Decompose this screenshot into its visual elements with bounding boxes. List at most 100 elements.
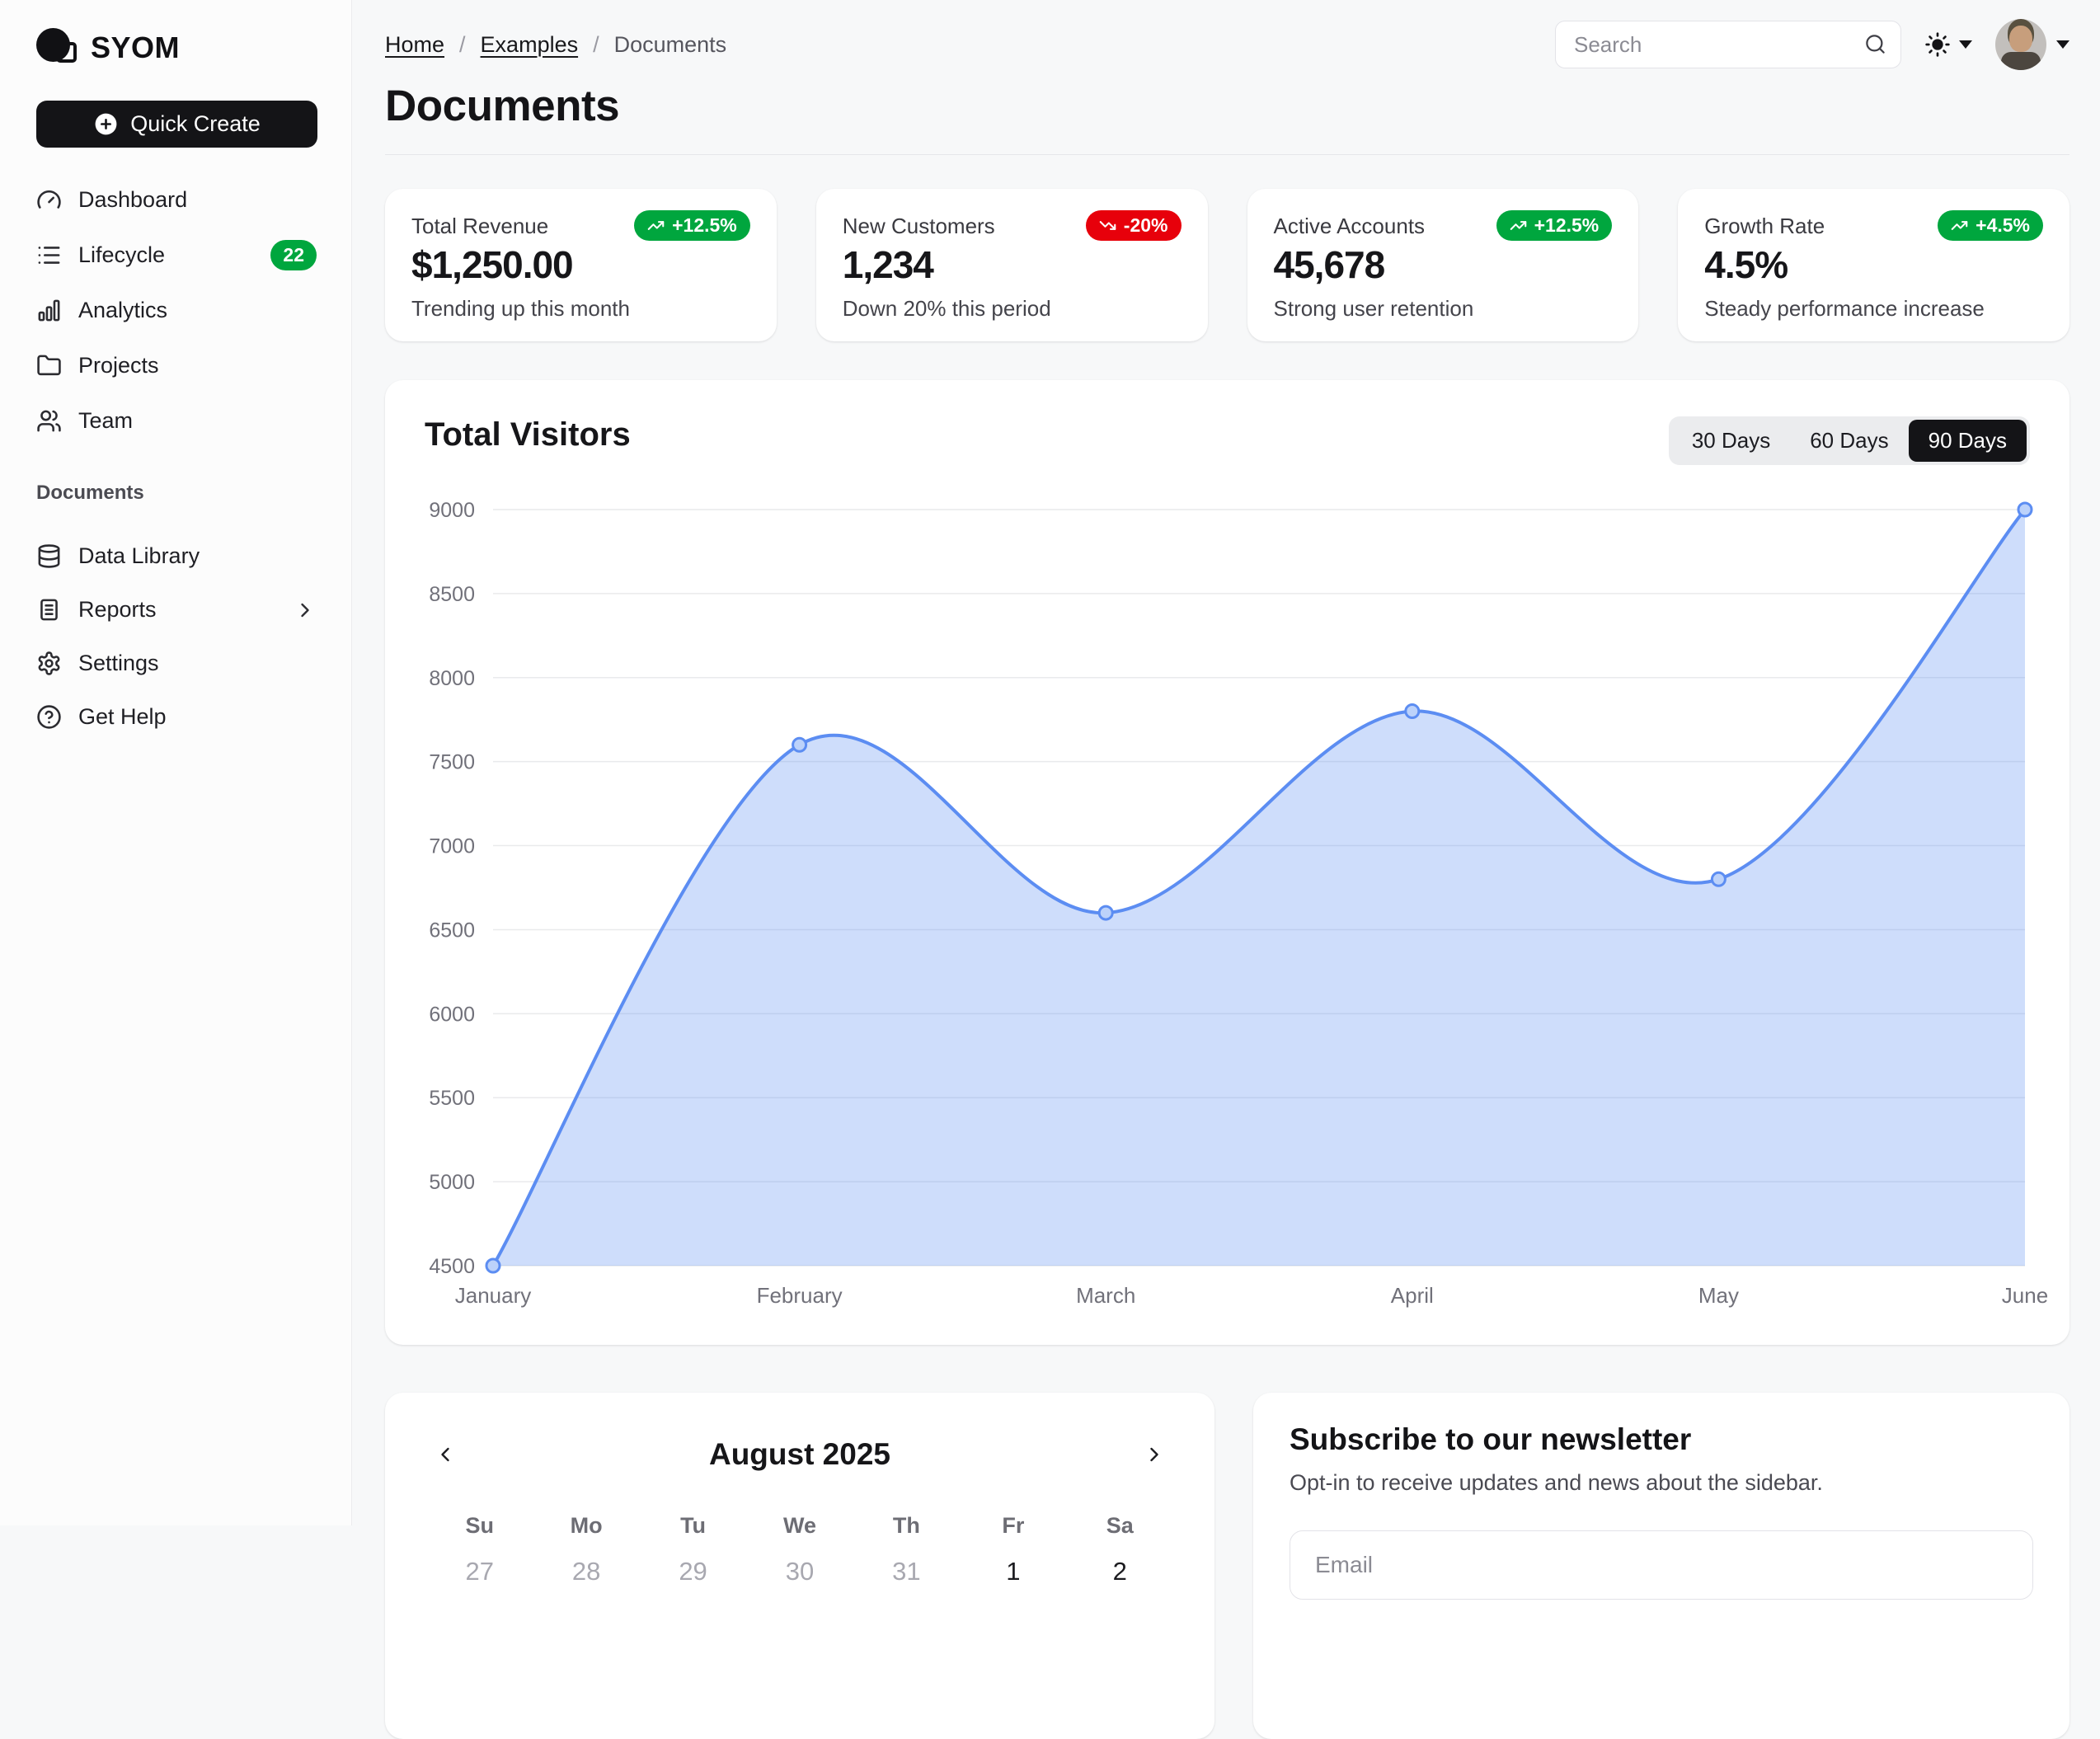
status-badge: +12.5%	[1496, 210, 1613, 241]
sidebar-item-team[interactable]: Team	[36, 393, 317, 449]
svg-text:April: April	[1391, 1283, 1434, 1308]
stat-label: New Customers	[843, 210, 995, 239]
sidebar-item-reports[interactable]: Reports	[36, 583, 317, 637]
search-field-wrap	[1555, 21, 1901, 68]
status-badge: -20%	[1086, 210, 1182, 241]
gauge-icon	[36, 187, 62, 213]
main-content: Home / Examples / Documents Documents	[353, 0, 2100, 1525]
visitors-chart: 4500 5000 5500 6000 6500 7000 7500 8000 8500 9000…	[410, 496, 2045, 1317]
stat-footer: Strong user retention	[1274, 296, 1613, 322]
stat-label: Total Revenue	[411, 210, 548, 239]
total-visitors-card: Total Visitors 30 Days 60 Days 90 Days 4…	[385, 380, 2069, 1345]
svg-text:8000: 8000	[429, 667, 475, 690]
svg-text:7000: 7000	[429, 835, 475, 858]
stat-card-new-customers: New Customers -20% 1,234 Down 20% this p…	[816, 189, 1208, 341]
calendar-day[interactable]: 29	[640, 1552, 746, 1591]
svg-text:7500: 7500	[429, 751, 475, 774]
stat-footer: Down 20% this period	[843, 296, 1182, 322]
range-30-days-button[interactable]: 30 Days	[1672, 420, 1790, 462]
quick-create-button[interactable]: Quick Create	[36, 101, 317, 148]
trending-up-icon	[1510, 217, 1527, 234]
user-menu[interactable]	[1995, 19, 2069, 70]
stat-value: 4.5%	[1704, 242, 2043, 287]
avatar	[1995, 19, 2046, 70]
sun-icon	[1924, 31, 1951, 58]
users-icon	[36, 408, 62, 434]
search-input[interactable]	[1555, 21, 1901, 68]
chevron-down-icon	[1959, 40, 1972, 49]
chevron-down-icon	[2056, 40, 2069, 49]
range-toggle-group: 30 Days 60 Days 90 Days	[1669, 416, 2030, 465]
sidebar-section-documents: Documents	[36, 482, 317, 505]
stat-value: 1,234	[843, 242, 1182, 287]
list-icon	[36, 242, 62, 268]
top-bar-actions	[1555, 19, 2069, 70]
stat-footer: Steady performance increase	[1704, 296, 2043, 322]
breadcrumb: Home / Examples / Documents	[385, 32, 726, 58]
calendar-day[interactable]: 30	[746, 1552, 853, 1591]
range-60-days-button[interactable]: 60 Days	[1790, 420, 1908, 462]
svg-text:8500: 8500	[429, 583, 475, 606]
svg-text:March: March	[1076, 1283, 1135, 1308]
calendar-day[interactable]: 2	[1067, 1552, 1173, 1591]
theme-toggle-button[interactable]	[1921, 28, 1976, 61]
chart-title: Total Visitors	[425, 416, 631, 454]
sidebar-item-settings[interactable]: Settings	[36, 637, 317, 690]
breadcrumb-home-link[interactable]: Home	[385, 32, 444, 58]
calendar-card: August 2025 SuMo TuWe ThFr Sa 27 28 29 3…	[385, 1393, 1214, 1739]
breadcrumb-current: Documents	[614, 32, 727, 58]
sidebar-item-analytics[interactable]: Analytics	[36, 283, 317, 338]
bar-chart-icon	[36, 298, 62, 323]
stat-card-active-accounts: Active Accounts +12.5% 45,678 Strong use…	[1247, 189, 1639, 341]
chevron-left-icon	[434, 1443, 457, 1466]
stat-footer: Trending up this month	[411, 296, 750, 322]
calendar-prev-button[interactable]	[426, 1436, 464, 1473]
trending-down-icon	[1099, 217, 1116, 234]
database-icon	[36, 543, 62, 569]
plus-circle-icon	[93, 111, 119, 137]
calendar-weekday-row: SuMo TuWe ThFr Sa	[426, 1513, 1173, 1539]
calendar-day[interactable]: 28	[533, 1552, 639, 1591]
svg-text:6000: 6000	[429, 1003, 475, 1026]
svg-text:6500: 6500	[429, 919, 475, 942]
svg-text:4500: 4500	[429, 1255, 475, 1278]
sidebar-item-projects[interactable]: Projects	[36, 338, 317, 393]
status-badge: +12.5%	[634, 210, 750, 241]
header-divider	[385, 154, 2069, 155]
calendar-day[interactable]: 1	[960, 1552, 1066, 1591]
calendar-day[interactable]: 27	[426, 1552, 533, 1591]
trending-up-icon	[647, 217, 665, 234]
page-title: Documents	[385, 81, 2069, 131]
sidebar-item-lifecycle[interactable]: Lifecycle 22	[36, 228, 317, 283]
breadcrumb-examples-link[interactable]: Examples	[481, 32, 579, 58]
calendar-next-button[interactable]	[1135, 1436, 1173, 1473]
chevron-right-icon	[1143, 1443, 1166, 1466]
documents-nav: Data Library Reports Settings Get Help	[36, 529, 317, 744]
calendar-date-row: 27 28 29 30 31 1 2	[426, 1552, 1173, 1591]
brand-name: SYOM	[91, 31, 180, 65]
stat-value: $1,250.00	[411, 242, 750, 287]
brand-logo[interactable]: SYOM	[36, 28, 317, 68]
stat-card-growth-rate: Growth Rate +4.5% 4.5% Steady performanc…	[1678, 189, 2069, 341]
svg-text:February: February	[757, 1283, 843, 1308]
help-circle-icon	[36, 704, 62, 730]
sidebar-item-get-help[interactable]: Get Help	[36, 690, 317, 744]
sidebar: SYOM Quick Create Dashboard Lifecycle 22…	[0, 0, 352, 1525]
search-icon	[1864, 33, 1886, 55]
svg-text:5500: 5500	[429, 1087, 475, 1110]
svg-text:5000: 5000	[429, 1171, 475, 1194]
sidebar-item-data-library[interactable]: Data Library	[36, 529, 317, 583]
folder-icon	[36, 353, 62, 378]
bottom-row: August 2025 SuMo TuWe ThFr Sa 27 28 29 3…	[385, 1393, 2069, 1739]
range-90-days-button[interactable]: 90 Days	[1909, 420, 2027, 462]
email-field[interactable]	[1290, 1530, 2033, 1600]
svg-text:June: June	[2002, 1283, 2048, 1308]
sidebar-item-dashboard[interactable]: Dashboard	[36, 172, 317, 228]
svg-text:9000: 9000	[429, 499, 475, 522]
calendar-day[interactable]: 31	[853, 1552, 960, 1591]
trending-up-icon	[1951, 217, 1968, 234]
svg-text:January: January	[455, 1283, 532, 1308]
file-text-icon	[36, 597, 62, 623]
stat-label: Active Accounts	[1274, 210, 1426, 239]
stat-card-total-revenue: Total Revenue +12.5% $1,250.00 Trending …	[385, 189, 777, 341]
